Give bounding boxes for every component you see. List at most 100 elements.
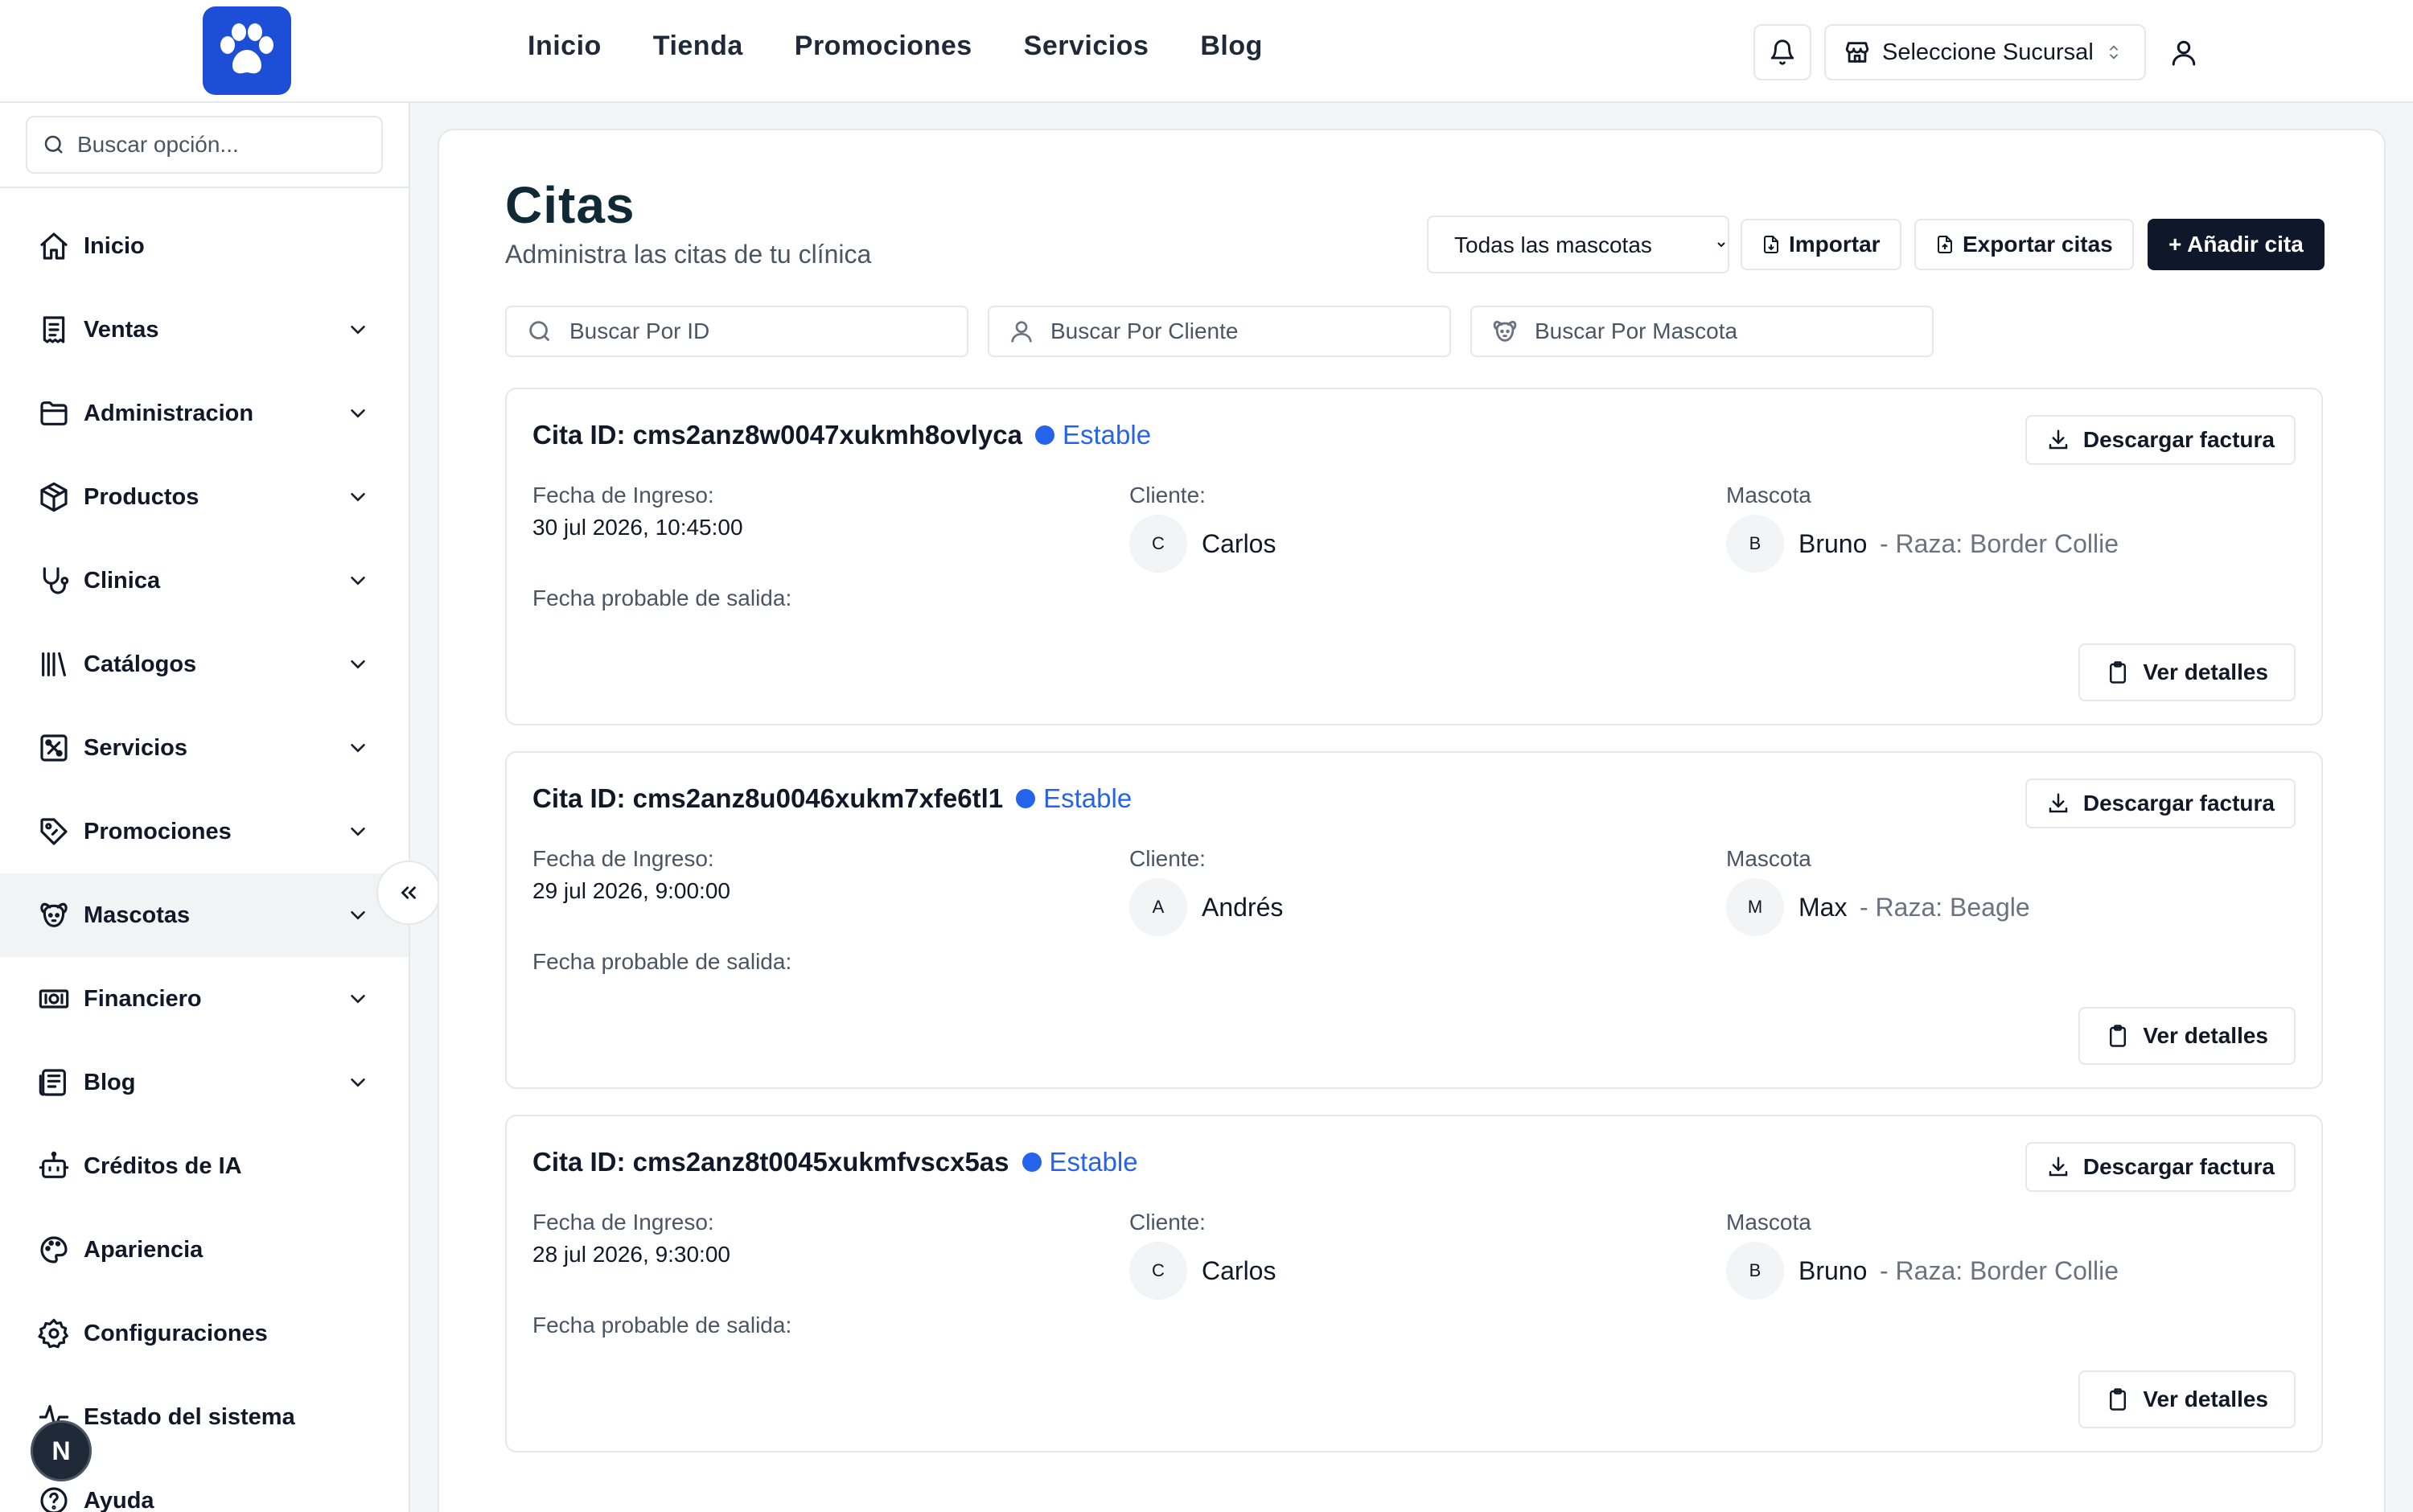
chevron-up-down-icon (2109, 45, 2118, 60)
clipboard-icon (2110, 661, 2127, 684)
sidebar-item-label: Mascotas (84, 902, 191, 928)
pet-filter-select[interactable]: Todas las mascotas (1427, 216, 1729, 273)
export-button[interactable]: Exportar citas (1914, 219, 2134, 270)
store-icon (1845, 42, 1869, 63)
status-badge: Estable (1016, 783, 1132, 814)
nav-servicios[interactable]: Servicios (1024, 31, 1149, 62)
receipt-icon-wrap (37, 313, 71, 347)
search-by-client[interactable] (988, 306, 1451, 357)
sidebar-item-ventas[interactable]: Ventas (0, 288, 409, 372)
pet-name[interactable]: Max (1798, 893, 1847, 922)
banknote-icon (39, 989, 69, 1009)
client-name[interactable]: Carlos (1202, 1256, 1276, 1286)
sidebar-search[interactable] (26, 116, 383, 174)
bot-icon (39, 1151, 69, 1178)
nav-promociones[interactable]: Promociones (795, 31, 972, 62)
nav-tienda[interactable]: Tienda (653, 31, 743, 62)
brand-logo[interactable] (203, 6, 291, 95)
download-invoice-label: Descargar factura (2082, 427, 2275, 452)
dog-icon (1493, 320, 1517, 342)
sidebar-item-financiero[interactable]: Financiero (0, 957, 409, 1041)
top-bar: Inicio Tienda Promociones Servicios Blog… (0, 0, 2413, 103)
import-button[interactable]: Importar (1741, 219, 1901, 270)
newspaper-icon (39, 1069, 66, 1096)
sidebar-item-label: Apariencia (84, 1236, 203, 1263)
search-client-input[interactable] (1050, 318, 1420, 344)
sidebar-item-apariencia[interactable]: Apariencia (0, 1208, 409, 1292)
sidebar-item-configuraciones[interactable]: Configuraciones (0, 1292, 409, 1375)
download-invoice-button[interactable]: Descargar factura (2025, 1142, 2296, 1192)
view-details-button[interactable]: Ver detalles (2078, 1007, 2296, 1065)
branch-selector[interactable]: Seleccione Sucursal (1824, 24, 2146, 80)
search-by-id[interactable] (505, 306, 968, 357)
add-appointment-button[interactable]: + Añadir cita (2148, 219, 2325, 270)
appointments-panel: Citas Administra las citas de tu clínica… (438, 129, 2386, 1512)
download-invoice-button[interactable]: Descargar factura (2025, 415, 2296, 465)
appointment-card: Cita ID: cms2anz8w0047xukmh8ovlyca Estab… (505, 388, 2323, 725)
search-by-pet[interactable] (1470, 306, 1934, 357)
package-icon (40, 482, 68, 512)
search-id-input[interactable] (569, 318, 939, 344)
sidebar-item-inicio[interactable]: Inicio (0, 204, 409, 288)
pet-name[interactable]: Bruno (1798, 1256, 1867, 1286)
pet-breed: - Raza: Beagle (1860, 893, 2030, 922)
service-icon-wrap (37, 731, 71, 765)
tag-icon-wrap (37, 815, 71, 848)
chevron-down-icon (351, 995, 365, 1004)
nav-blog[interactable]: Blog (1200, 31, 1263, 62)
client-label: Cliente: (1129, 1210, 1206, 1235)
entry-date-value: 30 jul 2026, 10:45:00 (532, 515, 743, 540)
nav-inicio[interactable]: Inicio (528, 31, 602, 62)
folder-icon-wrap (37, 396, 71, 430)
sidebar-item-creditos-de-ia[interactable]: Créditos de IA (0, 1124, 409, 1208)
pet-avatar: B (1726, 515, 1784, 573)
notifications-button[interactable] (1753, 24, 1811, 80)
folder-icon (40, 401, 68, 425)
home-icon (40, 232, 68, 260)
sidebar-item-label: Catálogos (84, 651, 197, 677)
client-name[interactable]: Carlos (1202, 529, 1276, 559)
download-invoice-button[interactable]: Descargar factura (2025, 779, 2296, 828)
user-menu-button[interactable] (2164, 31, 2204, 74)
status-dot (1022, 1152, 1042, 1172)
chevron-down-icon (351, 493, 365, 502)
sidebar-item-catalogos[interactable]: Catálogos (0, 622, 409, 706)
view-details-button[interactable]: Ver detalles (2078, 1370, 2296, 1428)
sidebar-item-label: Administracion (84, 400, 254, 426)
sidebar-search-input[interactable] (77, 132, 367, 158)
entry-date-label: Fecha de Ingreso: (532, 1210, 714, 1235)
sidebar-item-administracion[interactable]: Administracion (0, 372, 409, 455)
client-avatar: A (1129, 878, 1187, 936)
collapse-sidebar-button[interactable] (376, 861, 441, 925)
view-details-label: Ver detalles (2143, 1023, 2268, 1048)
appointment-id: Cita ID: cms2anz8t0045xukmfvscx5as (532, 1147, 1009, 1177)
view-details-label: Ver detalles (2143, 1387, 2268, 1411)
search-icon (44, 135, 63, 154)
top-nav: Inicio Tienda Promociones Servicios Blog (528, 31, 1263, 62)
sidebar-item-productos[interactable]: Productos (0, 455, 409, 539)
newspaper-icon-wrap (37, 1066, 71, 1099)
sidebar-item-promociones[interactable]: Promociones (0, 790, 409, 873)
library-icon (42, 652, 66, 676)
pet-name[interactable]: Bruno (1798, 529, 1867, 559)
pet-label: Mascota (1726, 483, 1811, 507)
chevron-down-icon (351, 828, 365, 836)
sidebar-item-clinica[interactable]: Clinica (0, 539, 409, 622)
sidebar-item-servicios[interactable]: Servicios (0, 706, 409, 790)
palette-icon (40, 1236, 68, 1263)
file-import-icon (1764, 236, 1778, 253)
bot-icon-wrap (37, 1149, 71, 1183)
view-details-button[interactable]: Ver detalles (2078, 643, 2296, 701)
appointment-header: Cita ID: cms2anz8t0045xukmfvscx5as Estab… (532, 1147, 1138, 1177)
entry-date-value: 28 jul 2026, 9:30:00 (532, 1242, 730, 1267)
search-pet-input[interactable] (1535, 318, 1905, 344)
exit-date-label: Fecha probable de salida: (532, 1313, 792, 1337)
sidebar-item-mascotas[interactable]: Mascotas (0, 873, 409, 957)
stethoscope-icon (43, 567, 69, 594)
n-badge[interactable]: N (31, 1420, 92, 1481)
page-title: Citas (505, 176, 635, 234)
client-label: Cliente: (1129, 846, 1206, 871)
chevron-down-icon (351, 409, 365, 418)
sidebar-item-blog[interactable]: Blog (0, 1041, 409, 1124)
client-name[interactable]: Andrés (1202, 893, 1283, 922)
